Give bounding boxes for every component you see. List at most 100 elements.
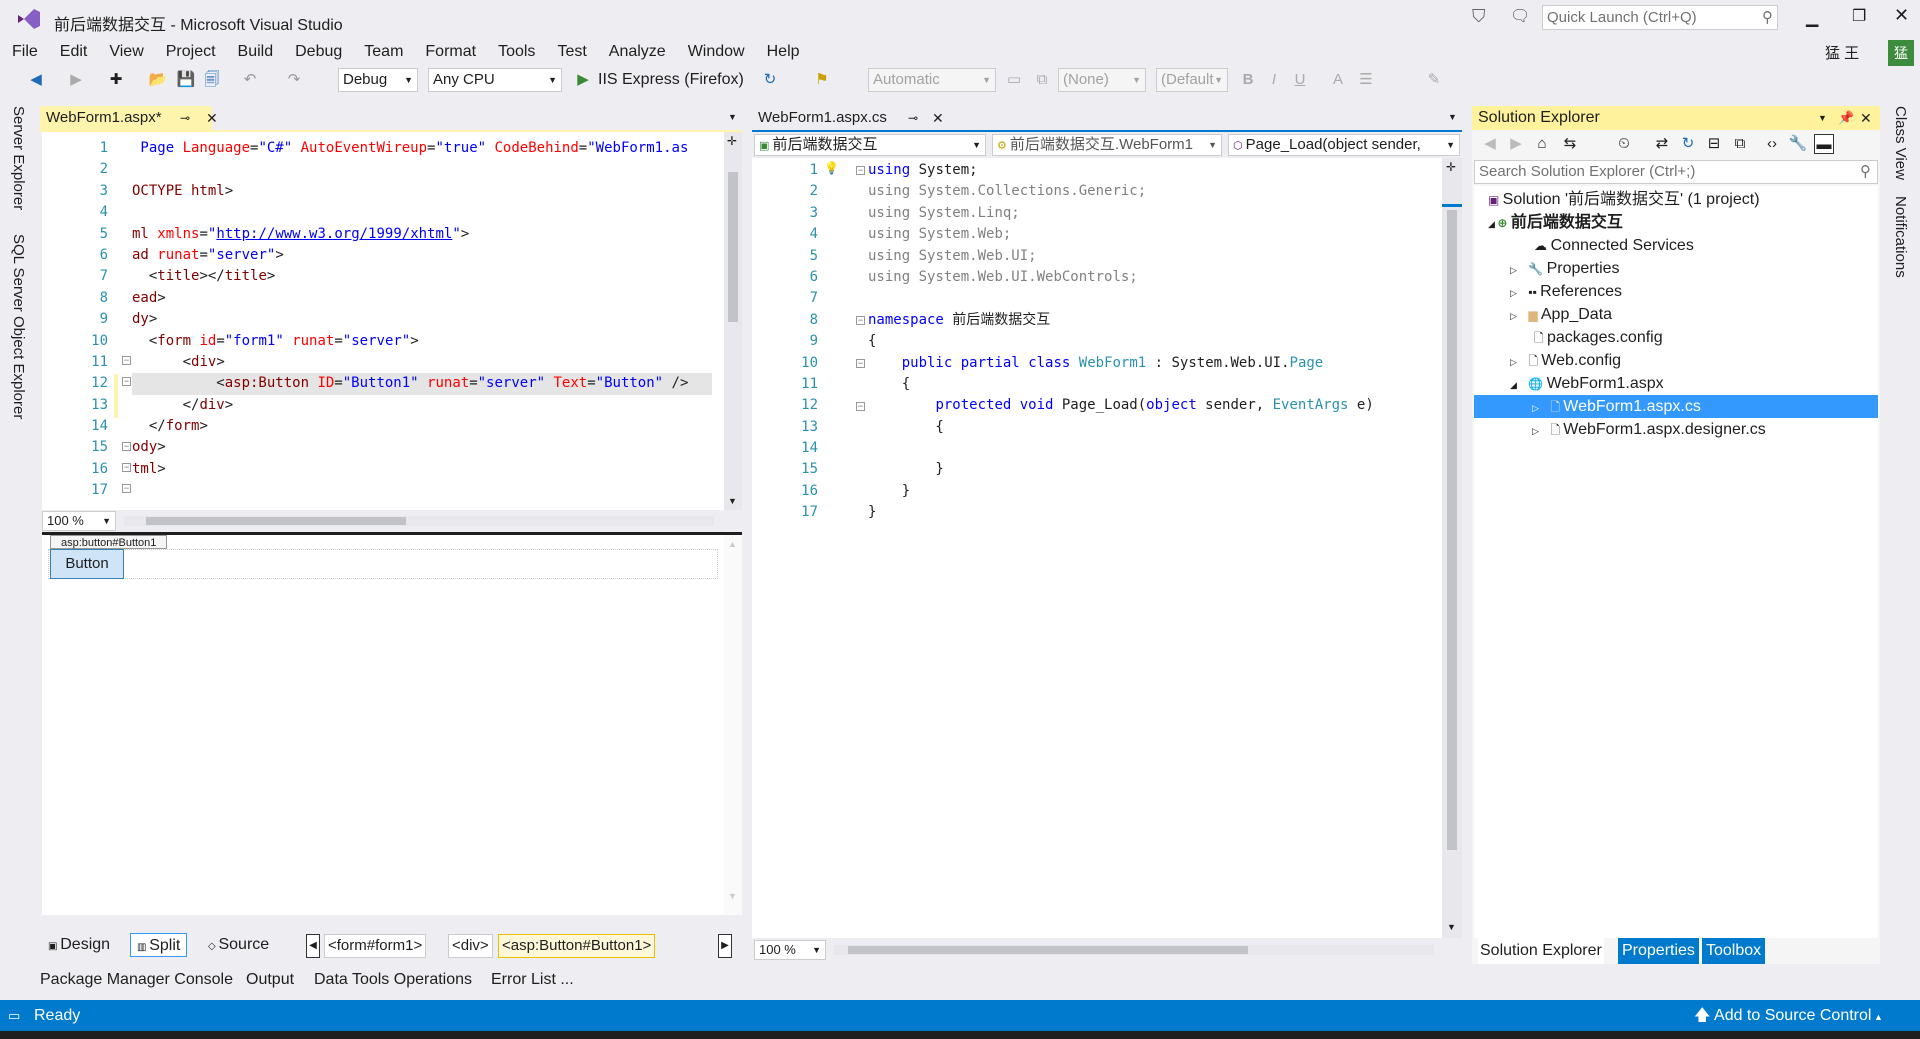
dropdown-icon[interactable]: ▼ (1818, 106, 1827, 130)
save-all-icon[interactable]: 🗐 (202, 70, 222, 90)
design-pane[interactable]: asp:button#Button1 Button ▲ ▼ (42, 535, 742, 915)
tree-webform1-designer-cs[interactable]: ▷ 🗋 WebForm1.aspx.designer.cs (1532, 418, 1766, 441)
browser-link-icon[interactable]: ⚑ (812, 70, 832, 90)
sync-icon[interactable]: ⇄ (1652, 134, 1672, 154)
tab-properties[interactable]: Properties (1618, 938, 1699, 964)
crumb-div[interactable]: <div> (448, 934, 493, 958)
horizontal-scrollbar[interactable] (834, 945, 1434, 955)
font-size-dropdown[interactable]: (Default ▼ (1156, 68, 1228, 92)
italic-icon[interactable]: I (1264, 70, 1284, 90)
scroll-down-icon[interactable]: ▼ (728, 891, 737, 901)
restore-button[interactable]: ❐ (1852, 6, 1866, 26)
menu-tools[interactable]: Tools (487, 40, 546, 64)
crumb-form[interactable]: <form#form1> (324, 934, 427, 958)
tab-data-tools-operations[interactable]: Data Tools Operations (314, 965, 472, 995)
collapse-toggle-icon[interactable]: − (122, 377, 131, 386)
forward-icon[interactable]: ▶ (66, 70, 86, 90)
scroll-thumb[interactable] (848, 946, 1248, 954)
tree-solution[interactable]: ▣ Solution '前后端数据交互' (1 project) (1488, 188, 1760, 211)
scroll-up-icon[interactable]: ▲ (728, 539, 737, 549)
menu-view[interactable]: View (98, 40, 154, 64)
vertical-scrollbar[interactable]: ✛ ▼ (724, 132, 742, 512)
font-color-icon[interactable]: A (1328, 70, 1348, 90)
scroll-thumb[interactable] (146, 517, 406, 525)
collapse-toggle-icon[interactable]: − (856, 359, 865, 368)
sql-server-object-explorer-tab[interactable]: SQL Server Object Explorer (10, 234, 27, 419)
project-nav-dropdown[interactable]: ▣ 前后端数据交互 ▼ (754, 134, 986, 156)
solution-config-dropdown[interactable]: Debug ▼ (338, 68, 418, 92)
menu-debug[interactable]: Debug (284, 40, 353, 64)
view-code-icon[interactable]: ‹› (1762, 134, 1782, 154)
collapse-toggle-icon[interactable]: − (856, 402, 865, 411)
tree-webform1-aspx-cs[interactable]: ▷ 🗋 WebForm1.aspx.cs (1474, 395, 1878, 418)
horizontal-scrollbar[interactable] (124, 516, 714, 526)
menu-edit[interactable]: Edit (49, 40, 99, 64)
tree-webform1-aspx[interactable]: ◢ 🌐 WebForm1.aspx (1510, 372, 1664, 395)
redo-icon[interactable]: ↷ (284, 70, 304, 90)
properties-wrench-icon[interactable]: 🔧 (1788, 134, 1808, 154)
pin-icon[interactable]: ⊸ (908, 106, 918, 130)
pin-icon[interactable]: 📌 (1838, 106, 1854, 130)
menu-format[interactable]: Format (414, 40, 487, 64)
server-explorer-tab[interactable]: Server Explorer (10, 106, 27, 210)
design-scrollbar[interactable]: ▲ ▼ (724, 535, 742, 915)
split-view-tab[interactable]: ▥ Split (130, 933, 188, 957)
cs-source-pane[interactable]: 1 2 3 4 5 6 7 8 9 10 11 12 13 14 15 16 1… (752, 158, 1462, 948)
home-icon[interactable]: ⌂ (1532, 134, 1552, 154)
automatic-dropdown[interactable]: Automatic ▼ (868, 68, 996, 92)
collapse-toggle-icon[interactable]: − (122, 484, 131, 493)
scroll-down-icon[interactable]: ▼ (728, 496, 737, 506)
tree-properties[interactable]: ▷ 🔧 Properties (1510, 257, 1620, 280)
collapse-toggle-icon[interactable]: − (856, 166, 865, 175)
bold-icon[interactable]: B (1238, 70, 1258, 90)
menu-window[interactable]: Window (677, 40, 756, 64)
tab-overflow-icon[interactable]: ▼ (728, 112, 737, 122)
class-view-tab[interactable]: Class View (1892, 106, 1909, 180)
collapse-toggle-icon[interactable]: − (856, 316, 865, 325)
collapse-all-icon[interactable]: ⊟ (1704, 134, 1724, 154)
save-icon[interactable]: 💾 (176, 70, 196, 90)
pin-icon[interactable]: ⊸ (180, 106, 190, 130)
align-icon[interactable]: ☰ (1356, 70, 1376, 90)
minimize-button[interactable]: ▁ (1806, 8, 1818, 28)
tab-webform1-aspx-cs[interactable]: WebForm1.aspx.cs ⊸ ✕ (752, 106, 948, 130)
add-to-source-control-button[interactable]: 🡅 Add to Source Control ▲ (1694, 1000, 1883, 1033)
new-project-icon[interactable]: ✚ (106, 70, 126, 90)
tree-web-config[interactable]: ▷ 🗋 Web.config (1510, 349, 1621, 372)
vertical-scrollbar[interactable]: ✛ ▼ (1442, 158, 1462, 938)
scroll-thumb[interactable] (1447, 210, 1457, 850)
font-name-dropdown[interactable]: (None) ▼ (1058, 68, 1146, 92)
format-painter-icon[interactable]: ✎ (1424, 70, 1444, 90)
crumb-button[interactable]: <asp:Button#Button1> (498, 934, 656, 958)
scroll-down-icon[interactable]: ▼ (1447, 922, 1456, 932)
style-icon[interactable]: ⧉ (1032, 70, 1052, 90)
preview-icon[interactable]: ▬ (1814, 134, 1834, 154)
run-button[interactable]: IIS Express (Firefox) (598, 71, 744, 89)
design-view-tab[interactable]: ▣ Design (42, 933, 116, 957)
scroll-thumb[interactable] (728, 172, 738, 322)
quick-launch-input[interactable]: Quick Launch (Ctrl+Q) ⚲ (1542, 5, 1778, 30)
design-button[interactable]: Button (50, 549, 124, 579)
feedback-icon[interactable]: 🗨 (1510, 6, 1530, 26)
tree-references[interactable]: ▷ ▪▪ References (1510, 280, 1622, 303)
refresh-icon[interactable]: ↻ (1678, 134, 1698, 154)
tab-overflow-icon[interactable]: ▼ (1448, 112, 1457, 122)
show-all-files-icon[interactable]: ⧉ (1730, 134, 1750, 154)
solution-search-input[interactable]: Search Solution Explorer (Ctrl+;) ⚲ (1474, 160, 1878, 184)
tree-packages-config[interactable]: 🗋 packages.config (1534, 326, 1663, 349)
lightbulb-icon[interactable]: 💡 (824, 161, 839, 175)
tab-toolbox[interactable]: Toolbox (1702, 938, 1766, 964)
close-icon[interactable]: ✕ (206, 106, 218, 130)
zoom-dropdown[interactable]: 100 % ▼ (42, 511, 116, 531)
class-nav-dropdown[interactable]: ⚙ 前后端数据交互.WebForm1 ▼ (992, 134, 1222, 156)
menu-build[interactable]: Build (227, 40, 285, 64)
menu-team[interactable]: Team (353, 40, 414, 64)
history-icon[interactable]: ⏲ (1614, 134, 1634, 154)
menu-help[interactable]: Help (756, 40, 811, 64)
crumb-next-icon[interactable]: ▶ (718, 934, 732, 958)
collapse-toggle-icon[interactable]: − (122, 463, 131, 472)
block-format-icon[interactable]: ▭ (1004, 70, 1024, 90)
split-icon[interactable]: ✛ (727, 134, 737, 148)
menu-file[interactable]: File (1, 40, 49, 64)
back-icon[interactable]: ◀ (26, 70, 46, 90)
